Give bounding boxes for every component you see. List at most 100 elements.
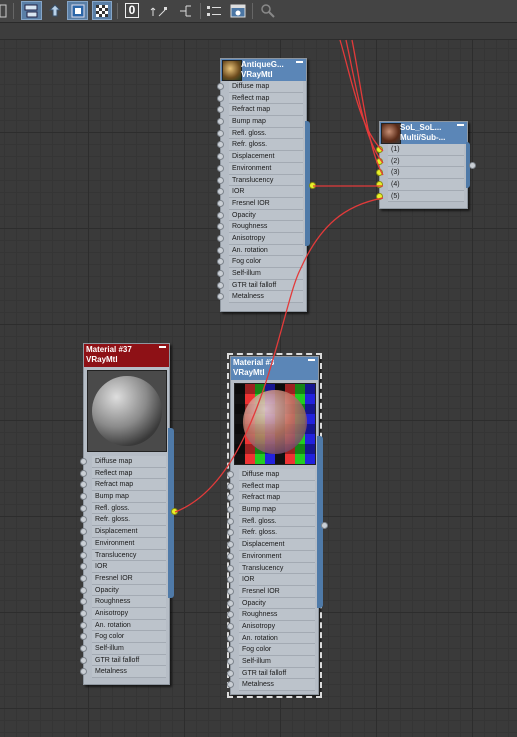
slot-row[interactable]: (5) — [376, 190, 464, 203]
node-header[interactable]: Material #37 VRayMtl — [84, 344, 169, 367]
input-socket[interactable] — [227, 681, 234, 689]
input-socket[interactable] — [227, 529, 234, 537]
slot-row[interactable]: An. rotation — [217, 244, 303, 257]
slot-row[interactable]: Fog color — [217, 256, 303, 268]
slot-row[interactable]: Refl. gloss. — [217, 127, 303, 140]
input-socket[interactable] — [227, 517, 234, 525]
slot-row[interactable]: Roughness — [217, 221, 303, 233]
input-socket[interactable] — [80, 481, 87, 489]
slot-row[interactable]: Bump map — [217, 116, 303, 128]
slot-row[interactable]: Bump map — [227, 504, 315, 516]
slot-row[interactable]: (1) — [376, 144, 464, 156]
input-socket[interactable] — [80, 621, 87, 629]
slot-row[interactable]: Fog color — [227, 644, 315, 656]
slot-row[interactable]: Refract map — [80, 479, 166, 492]
input-socket[interactable] — [80, 574, 87, 582]
input-socket[interactable] — [227, 599, 234, 607]
input-socket[interactable] — [217, 164, 224, 172]
slot-row[interactable]: Anisotropy — [227, 620, 315, 633]
input-socket[interactable] — [80, 504, 87, 512]
input-socket[interactable] — [217, 199, 224, 207]
input-socket[interactable] — [227, 576, 234, 584]
slot-row[interactable]: Bump map — [80, 491, 166, 503]
node-antique-material[interactable]: AntiqueG... VRayMtl Diffuse map Reflect m… — [217, 58, 307, 312]
slot-row[interactable]: Translucency — [80, 549, 166, 562]
node-multi-sub-material[interactable]: SoL_SoL... Multi/Sub-... (1) (2) (3) (4) (5) — [376, 121, 468, 209]
slot-row[interactable]: Refr. gloss. — [80, 514, 166, 527]
slot-row[interactable]: Reflect map — [217, 92, 303, 105]
slot-row[interactable]: Self-illum — [80, 643, 166, 655]
slot-row[interactable]: Diffuse map — [217, 81, 303, 93]
slot-row[interactable]: Opacity — [227, 597, 315, 610]
input-socket[interactable] — [227, 669, 234, 677]
slot-row[interactable]: Refl. gloss. — [227, 515, 315, 528]
input-socket[interactable] — [376, 146, 383, 153]
slot-row[interactable]: Reflect map — [80, 467, 166, 480]
hierarchy-icon[interactable] — [175, 1, 197, 20]
slot-row[interactable]: Displacement — [227, 539, 315, 551]
slot-row[interactable]: (2) — [376, 155, 464, 168]
slot-row[interactable]: Fresnel IOR — [217, 197, 303, 210]
input-socket[interactable] — [227, 471, 234, 478]
input-socket[interactable] — [217, 141, 224, 149]
output-socket[interactable] — [171, 508, 178, 515]
slot-row[interactable]: Displacement — [217, 151, 303, 163]
slot-row[interactable]: Metalness — [217, 291, 303, 304]
slot-row[interactable]: Environment — [80, 537, 166, 550]
input-socket[interactable] — [217, 94, 224, 102]
input-socket[interactable] — [217, 281, 224, 289]
slot-row[interactable]: Environment — [227, 550, 315, 563]
show-background-icon[interactable] — [92, 1, 112, 20]
node-material-3x-selected[interactable]: Material #3 VRayMtl Diffuse map Reflect m… — [227, 353, 322, 698]
layout-icon[interactable] — [21, 1, 42, 20]
slot-row[interactable]: IOR — [227, 574, 315, 586]
input-socket[interactable] — [217, 129, 224, 137]
node-material-37[interactable]: Material #37 VRayMtl Diffuse map Reflect … — [80, 343, 170, 685]
slot-row[interactable]: Fog color — [80, 631, 166, 643]
input-socket[interactable] — [227, 611, 234, 619]
collapse-icon[interactable] — [159, 346, 166, 348]
input-socket[interactable] — [376, 169, 383, 177]
slot-row[interactable]: Opacity — [217, 209, 303, 222]
slot-row[interactable]: Anisotropy — [217, 232, 303, 245]
slot-row[interactable]: GTR tail falloff — [217, 279, 303, 292]
input-socket[interactable] — [227, 564, 234, 572]
input-socket[interactable] — [227, 541, 234, 549]
collapse-icon[interactable] — [296, 61, 303, 63]
output-socket[interactable] — [321, 522, 328, 529]
slot-row[interactable]: Fresnel IOR — [80, 572, 166, 585]
input-socket[interactable] — [227, 587, 234, 595]
search-icon[interactable] — [257, 1, 279, 20]
slot-row[interactable]: Self-illum — [227, 656, 315, 668]
input-socket[interactable] — [80, 539, 87, 547]
slot-row[interactable]: IOR — [80, 561, 166, 573]
slot-row[interactable]: GTR tail falloff — [227, 667, 315, 680]
node-header[interactable]: Material #3 VRayMtl — [231, 357, 318, 380]
partial-icon[interactable] — [0, 1, 8, 20]
node-header[interactable]: AntiqueG... VRayMtl — [221, 59, 306, 81]
slot-row[interactable]: Refr. gloss. — [227, 527, 315, 540]
input-socket[interactable] — [80, 528, 87, 536]
input-socket[interactable] — [227, 634, 234, 642]
slot-row[interactable]: Displacement — [80, 526, 166, 538]
slot-row[interactable]: Refract map — [217, 104, 303, 117]
input-socket[interactable] — [80, 609, 87, 617]
slot-row[interactable]: Translucency — [217, 174, 303, 187]
slot-row[interactable]: Environment — [217, 162, 303, 175]
collapse-icon[interactable] — [457, 124, 464, 126]
input-socket[interactable] — [80, 469, 87, 477]
slot-row[interactable]: An. rotation — [227, 632, 315, 645]
input-socket[interactable] — [80, 668, 87, 676]
input-socket[interactable] — [227, 658, 234, 665]
input-socket[interactable] — [217, 106, 224, 114]
zero-icon[interactable]: 0 — [122, 1, 142, 20]
input-socket[interactable] — [227, 482, 234, 490]
node-header[interactable]: SoL_SoL... Multi/Sub-... — [380, 122, 467, 144]
output-socket[interactable] — [309, 182, 316, 189]
slot-row[interactable]: Reflect map — [227, 480, 315, 493]
input-socket[interactable] — [80, 516, 87, 524]
input-socket[interactable] — [217, 293, 224, 301]
input-socket[interactable] — [227, 552, 234, 560]
slot-row[interactable]: Self-illum — [217, 268, 303, 280]
input-socket[interactable] — [227, 622, 234, 630]
